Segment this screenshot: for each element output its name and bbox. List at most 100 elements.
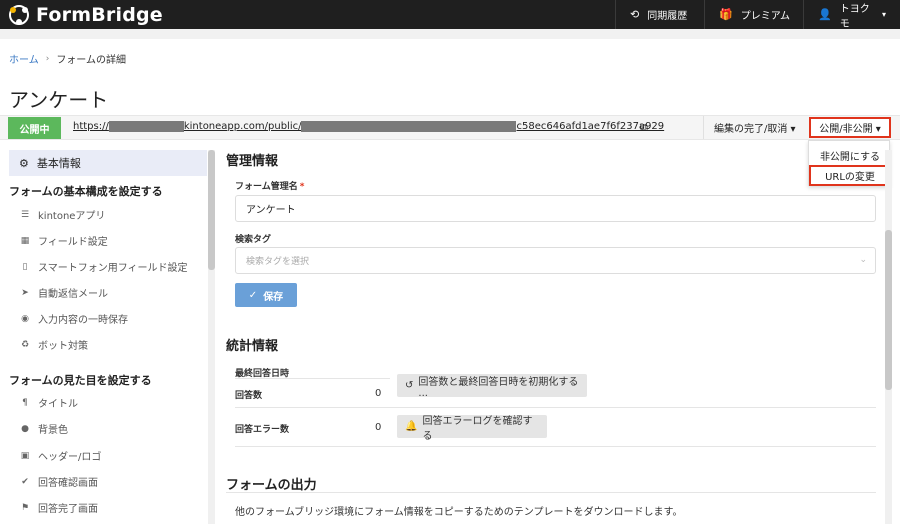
sidebar-item-temp-save[interactable]: ◉ 入力内容の一時保存	[19, 311, 128, 327]
recycle-icon: ♻	[20, 339, 30, 350]
sidebar-item-label: 回答確認画面	[38, 478, 98, 489]
error-count-value: 0	[375, 422, 382, 433]
divider	[235, 446, 876, 447]
sidebar-item-mobile-fields[interactable]: ▯ スマートフォン用フィールド設定	[19, 259, 188, 275]
sidebar-item-header-logo[interactable]: ▣ ヘッダー/ロゴ	[19, 448, 102, 464]
url-prefix: https://	[73, 121, 109, 132]
form-url-bar: 公開中 https:// kintoneapp.com/public/ c58e…	[0, 115, 900, 140]
sidebar-group-heading: フォームの基本構成を設定する	[9, 185, 163, 198]
send-icon: ➤	[21, 287, 29, 298]
caret-down-icon: ▾	[881, 10, 886, 19]
sidebar-item-label: 基本情報	[36, 157, 81, 170]
management-section-title: 管理情報	[226, 154, 279, 169]
paragraph-icon: ¶	[22, 397, 28, 408]
form-name-input[interactable]: アンケート	[235, 195, 876, 222]
external-link-icon[interactable]: ⧉	[640, 121, 648, 135]
user-icon: 👤	[818, 8, 832, 21]
error-log-label: 回答エラーログを確認する	[422, 415, 533, 442]
grid-icon: ▦	[20, 235, 30, 246]
page-title: アンケート	[9, 88, 109, 112]
output-section-title: フォームの出力	[226, 478, 317, 493]
check-icon: ✔	[21, 476, 29, 487]
save-button[interactable]: ✓ 保存	[235, 283, 297, 307]
sidebar-item-label: 回答完了画面	[38, 504, 98, 515]
chevron-right-icon: ›	[45, 53, 50, 64]
sidebar-item-fields[interactable]: ▦ フィールド設定	[19, 233, 108, 249]
user-name: トヨクモ	[839, 3, 870, 30]
sidebar-item-auto-reply[interactable]: ➤ 自動返信メール	[19, 285, 108, 301]
error-count-label: 回答エラー数	[235, 425, 290, 435]
public-url-link[interactable]: https:// kintoneapp.com/public/ c58ec646…	[73, 121, 664, 132]
sidebar-item-bot-protection[interactable]: ♻ ボット対策	[19, 337, 88, 353]
premium-link[interactable]: 🎁 プレミアム	[704, 0, 804, 29]
sidebar-item-label: タイトル	[38, 399, 78, 410]
sidebar-group-heading: フォームの見た目を設定する	[9, 374, 152, 387]
redacted-segment	[301, 121, 517, 132]
reset-stats-label: 回答数と最終回答日時を初期化する ...	[418, 376, 579, 399]
sidebar-item-label: 自動返信メール	[38, 289, 108, 300]
reset-stats-button[interactable]: ↺ 回答数と最終回答日時を初期化する ...	[397, 374, 587, 399]
status-badge: 公開中	[8, 117, 61, 139]
search-tag-label: 検索タグ	[235, 235, 272, 245]
user-menu[interactable]: 👤 トヨクモ ▾	[803, 0, 900, 30]
sidebar-item-label: ボット対策	[38, 341, 88, 352]
settings-sidebar: ⚙ 基本情報 フォームの基本構成を設定する ☰ kintoneアプリ ▦ フィー…	[0, 150, 215, 524]
publish-menu-button[interactable]: 公開/非公開 ▾	[809, 117, 891, 138]
sidebar-item-complete-screen[interactable]: ⚑ 回答完了画面	[19, 500, 98, 516]
app-name: FormBridge	[36, 3, 163, 26]
top-navbar: FormBridge ⟲ 同期履歴 🎁 プレミアム 👤 トヨクモ ▾	[0, 0, 900, 30]
undo-icon: ↺	[405, 380, 414, 391]
sidebar-item-bg-color[interactable]: ● 背景色	[19, 421, 68, 437]
gear-icon: ⚙	[19, 156, 29, 170]
sidebar-item-label: 背景色	[38, 425, 68, 436]
url-middle: kintoneapp.com/public/	[183, 121, 302, 132]
sidebar-item-basic-info[interactable]: ⚙ 基本情報	[9, 150, 207, 176]
main-content: 管理情報 フォーム管理名 * アンケート 検索タグ 検索タグを選択 ⌄ ✓ 保存 …	[215, 140, 885, 524]
sidebar-scrollbar-thumb[interactable]	[208, 150, 215, 270]
breadcrumb: ホーム › フォームの詳細	[9, 51, 127, 67]
divider	[235, 378, 390, 379]
gift-icon: 🎁	[719, 8, 733, 21]
check-icon: ✓	[248, 289, 258, 301]
redacted-segment	[108, 121, 184, 132]
sidebar-item-label: フィールド設定	[38, 237, 108, 248]
sidebar-item-label: ヘッダー/ロゴ	[38, 452, 102, 463]
edit-menu-button[interactable]: 編集の完了/取消 ▾	[703, 116, 806, 139]
divider	[235, 407, 876, 408]
breadcrumb-current: フォームの詳細	[56, 55, 127, 66]
sync-history-label: 同期履歴	[647, 11, 688, 22]
save-button-label: 保存	[263, 291, 284, 303]
divider	[226, 492, 876, 493]
save-circle-icon: ◉	[21, 313, 29, 324]
sidebar-item-kintone-app[interactable]: ☰ kintoneアプリ	[19, 207, 106, 223]
main-scrollbar-thumb[interactable]	[885, 230, 892, 390]
droplet-icon: ●	[21, 423, 29, 434]
search-tag-select[interactable]: 検索タグを選択 ⌄	[235, 247, 876, 274]
answer-count-value: 0	[375, 388, 382, 399]
chevron-down-icon: ⌄	[859, 255, 867, 265]
output-description: 他のフォームブリッジ環境にフォーム情報をコピーするためのテンプレートをダウンロー…	[235, 507, 683, 518]
flag-icon: ⚑	[20, 502, 30, 513]
sidebar-item-confirm-screen[interactable]: ✔ 回答確認画面	[19, 474, 98, 490]
sidebar-item-label: スマートフォン用フィールド設定	[38, 263, 188, 274]
history-icon: ⟲	[630, 8, 640, 21]
form-name-label-text: フォーム管理名	[235, 182, 298, 192]
form-name-label: フォーム管理名 *	[235, 179, 304, 192]
answer-count-label: 回答数	[235, 391, 263, 401]
sync-history-link[interactable]: ⟲ 同期履歴	[615, 0, 701, 29]
app-logo[interactable]: FormBridge	[8, 3, 163, 26]
header-strip	[0, 29, 900, 39]
required-mark: *	[299, 182, 305, 192]
search-tag-placeholder: 検索タグを選択	[246, 257, 310, 267]
logo-icon	[9, 4, 29, 25]
image-icon: ▣	[20, 450, 30, 461]
breadcrumb-home[interactable]: ホーム	[9, 51, 39, 66]
database-icon: ☰	[20, 209, 30, 220]
smartphone-icon: ▯	[22, 261, 28, 272]
sidebar-item-title[interactable]: ¶ タイトル	[19, 395, 78, 411]
stats-section-title: 統計情報	[226, 339, 279, 354]
error-log-button[interactable]: 🔔 回答エラーログを確認する	[397, 415, 547, 442]
bell-icon: 🔔	[405, 421, 418, 432]
sidebar-item-label: 入力内容の一時保存	[38, 315, 128, 326]
sidebar-item-label: kintoneアプリ	[38, 211, 106, 222]
